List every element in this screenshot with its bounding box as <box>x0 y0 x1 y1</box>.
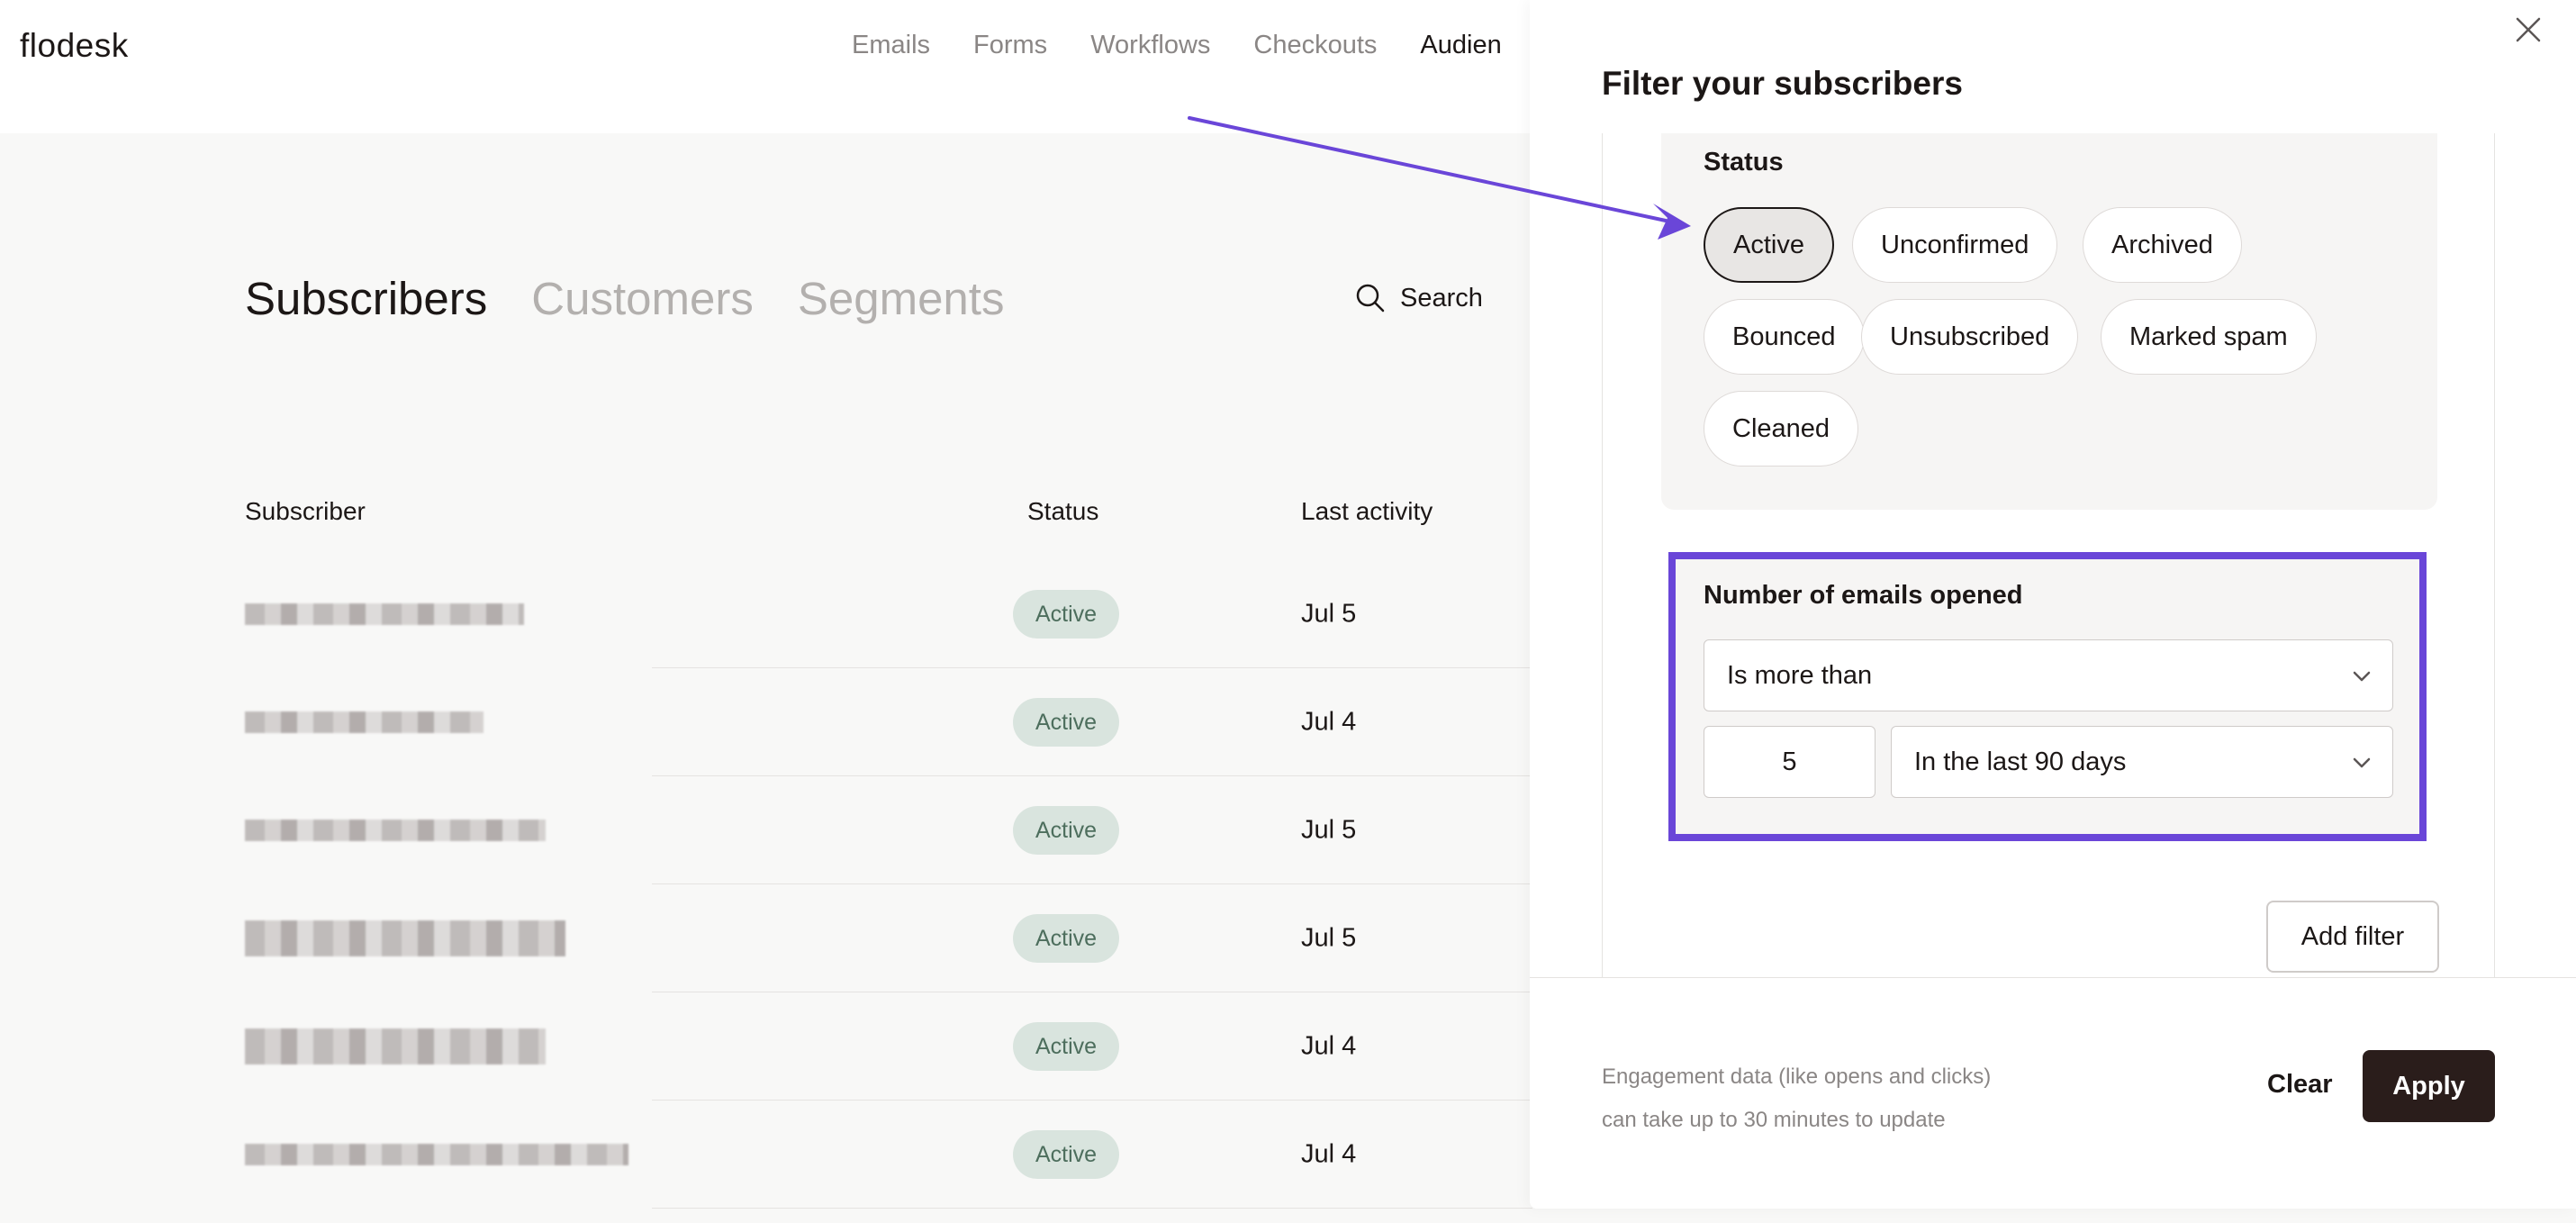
subscriber-email-redacted <box>245 1028 546 1064</box>
row-divider <box>652 1208 1532 1209</box>
emails-opened-label: Number of emails opened <box>1704 581 2023 610</box>
subscriber-email-redacted <box>245 920 565 956</box>
tab-segments[interactable]: Segments <box>798 272 1005 325</box>
subscriber-email-redacted <box>245 1144 628 1165</box>
search-button[interactable]: Search <box>1355 283 1483 313</box>
chevron-down-icon <box>2353 757 2371 768</box>
status-chip-active[interactable]: Active <box>1704 207 1834 283</box>
nav-workflows[interactable]: Workflows <box>1090 31 1210 60</box>
status-badge: Active <box>1013 806 1119 855</box>
last-activity-date: Jul 4 <box>1301 1139 1357 1169</box>
search-label: Search <box>1400 283 1483 313</box>
nav-checkouts[interactable]: Checkouts <box>1253 31 1377 60</box>
status-chip-unsubscribed[interactable]: Unsubscribed <box>1861 299 2079 375</box>
status-badge: Active <box>1013 1130 1119 1179</box>
nav-forms[interactable]: Forms <box>973 31 1047 60</box>
last-activity-date: Jul 5 <box>1301 599 1357 629</box>
nav-audience[interactable]: Audien <box>1420 31 1501 60</box>
engagement-note-line-2: can take up to 30 minutes to update <box>1602 1108 1946 1132</box>
flodesk-logo[interactable]: flodesk <box>20 27 129 65</box>
filter-drawer: Filter your subscribers Status Active Un… <box>1530 0 2576 1209</box>
email-count-input[interactable] <box>1704 726 1876 798</box>
column-header-subscriber[interactable]: Subscriber <box>245 497 366 526</box>
subscriber-email-redacted <box>245 603 524 625</box>
last-activity-date: Jul 4 <box>1301 707 1357 737</box>
table-row[interactable]: Active Jul 4 <box>245 668 1532 776</box>
emails-opened-filter: Number of emails opened Is more than In … <box>1668 552 2427 841</box>
status-badge: Active <box>1013 914 1119 963</box>
table-row[interactable]: Active Jul 5 <box>245 884 1532 992</box>
time-period-value: In the last 90 days <box>1914 747 2127 776</box>
status-badge: Active <box>1013 698 1119 747</box>
table-row[interactable]: Active Jul 4 <box>245 992 1532 1101</box>
table-row[interactable]: Active Jul 5 <box>245 560 1532 668</box>
last-activity-date: Jul 4 <box>1301 1031 1357 1061</box>
tab-subscribers[interactable]: Subscribers <box>245 272 487 325</box>
status-badge: Active <box>1013 590 1119 639</box>
subscriber-email-redacted <box>245 820 546 841</box>
chevron-down-icon <box>2353 671 2371 682</box>
drawer-title: Filter your subscribers <box>1602 65 1963 102</box>
status-chip-archived[interactable]: Archived <box>2083 207 2242 283</box>
search-icon <box>1356 284 1385 313</box>
footer-divider <box>1530 977 2576 978</box>
comparison-select[interactable]: Is more than <box>1704 639 2393 711</box>
apply-button[interactable]: Apply <box>2363 1050 2495 1122</box>
nav-emails[interactable]: Emails <box>852 31 930 60</box>
filter-scroll-area[interactable]: Status Active Unconfirmed Archived Bounc… <box>1602 133 2495 977</box>
column-header-last-activity[interactable]: Last activity <box>1301 497 1433 526</box>
subscriber-email-redacted <box>245 711 484 733</box>
audience-tabs: Subscribers Customers Segments <box>245 272 1048 325</box>
clear-button[interactable]: Clear <box>2267 1070 2333 1100</box>
time-period-select[interactable]: In the last 90 days <box>1891 726 2393 798</box>
table-row[interactable]: Active Jul 4 <box>245 1101 1532 1209</box>
tab-customers[interactable]: Customers <box>531 272 754 325</box>
status-chip-marked-spam[interactable]: Marked spam <box>2101 299 2317 375</box>
status-chip-bounced[interactable]: Bounced <box>1704 299 1865 375</box>
comparison-value: Is more than <box>1727 660 1873 690</box>
engagement-note-line-1: Engagement data (like opens and clicks) <box>1602 1064 1992 1089</box>
status-badge: Active <box>1013 1022 1119 1071</box>
status-label: Status <box>1704 148 1784 177</box>
add-filter-button[interactable]: Add filter <box>2266 901 2439 973</box>
last-activity-date: Jul 5 <box>1301 815 1357 845</box>
engagement-note: Engagement data (like opens and clicks) … <box>1602 1055 2070 1142</box>
main-nav: Emails Forms Workflows Checkouts Audien <box>852 31 1545 60</box>
table-row[interactable]: Active Jul 5 <box>245 776 1532 884</box>
status-filter-section: Status Active Unconfirmed Archived Bounc… <box>1661 133 2437 510</box>
last-activity-date: Jul 5 <box>1301 923 1357 953</box>
close-icon[interactable] <box>2515 16 2542 43</box>
status-chip-cleaned[interactable]: Cleaned <box>1704 391 1859 467</box>
column-header-status[interactable]: Status <box>1027 497 1098 526</box>
status-chip-unconfirmed[interactable]: Unconfirmed <box>1852 207 2058 283</box>
